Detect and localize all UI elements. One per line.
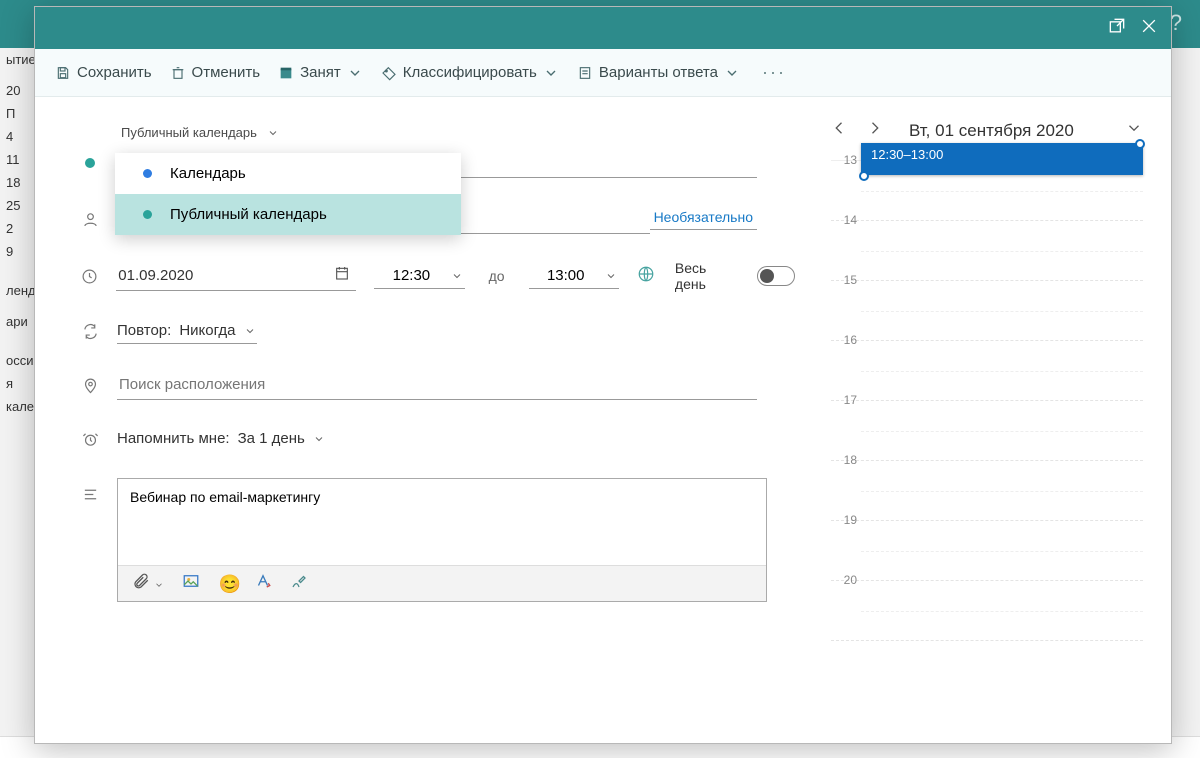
save-button[interactable]: Сохранить	[55, 64, 152, 81]
response-options-dropdown[interactable]: Варианты ответа	[577, 64, 740, 81]
emoji-icon[interactable]: 😊	[218, 575, 236, 593]
day-label: Вт, 01 сентября 2020	[899, 121, 1109, 141]
reminder-icon	[81, 431, 99, 448]
busy-dropdown[interactable]: Занят	[278, 64, 363, 81]
bullet-icon	[81, 158, 99, 168]
timeline-hour-row[interactable]: 15	[831, 281, 1143, 341]
timeline-hour-row[interactable]: 14	[831, 221, 1143, 281]
person-icon	[81, 211, 99, 228]
event-editor-modal: Сохранить Отменить Занят Классифицироват…	[34, 6, 1172, 744]
timeline-hour-row[interactable]: 18	[831, 461, 1143, 521]
optional-attendees-link[interactable]: Необязательно	[650, 209, 757, 230]
close-icon[interactable]	[1139, 16, 1159, 41]
timeline-hour-row[interactable]: 19	[831, 521, 1143, 581]
timeline-hour-row[interactable]: 16	[831, 341, 1143, 401]
timezone-icon[interactable]	[637, 265, 655, 288]
prev-day-button[interactable]	[831, 119, 849, 142]
clock-icon	[81, 268, 98, 285]
calendar-icon[interactable]	[334, 265, 350, 286]
repeat-icon	[81, 323, 99, 340]
app-left-fragments: ытие20П411182529лендариоссиякале	[0, 48, 30, 418]
description-box: 😊	[117, 478, 767, 602]
reminder-select[interactable]: Напомнить мне: За 1 день	[117, 426, 325, 452]
more-icon[interactable]: ···	[758, 62, 786, 83]
image-icon[interactable]	[182, 572, 200, 595]
text-format-icon[interactable]	[254, 572, 272, 595]
day-timeline: 12:30–13:00 1314151617181920	[831, 160, 1143, 660]
description-toolbar: 😊	[118, 565, 766, 601]
calendar-dropdown: КалендарьПубличный календарь	[115, 153, 461, 235]
all-day-toggle[interactable]	[757, 266, 795, 286]
next-day-button[interactable]	[865, 119, 883, 142]
to-label: до	[483, 268, 511, 284]
day-nav: Вт, 01 сентября 2020	[831, 119, 1143, 142]
location-input[interactable]: Поиск расположения	[117, 370, 757, 400]
timeline-hour-row[interactable]: 17	[831, 401, 1143, 461]
signature-icon[interactable]	[290, 572, 308, 595]
modal-toolbar: Сохранить Отменить Занят Классифицироват…	[35, 49, 1171, 97]
description-icon	[81, 478, 99, 503]
cancel-button[interactable]: Отменить	[170, 64, 261, 81]
modal-titlebar	[35, 7, 1171, 49]
end-time-select[interactable]: 13:00	[529, 263, 619, 289]
calendar-selector[interactable]: Публичный календарь	[121, 125, 795, 140]
attach-icon[interactable]	[132, 572, 164, 595]
chevron-down-icon	[267, 127, 279, 139]
timeline-hour-row[interactable]: 20	[831, 581, 1143, 641]
event-resize-handle-top[interactable]	[1135, 139, 1145, 149]
start-date-input[interactable]: 01.09.2020	[116, 261, 356, 291]
calendar-option[interactable]: Календарь	[115, 153, 461, 194]
calendar-option[interactable]: Публичный календарь	[115, 194, 461, 235]
popout-icon[interactable]	[1107, 16, 1127, 41]
location-icon	[81, 377, 99, 394]
description-textarea[interactable]	[118, 479, 766, 565]
start-time-select[interactable]: 12:30	[374, 263, 464, 289]
all-day-label: Весь день	[675, 260, 739, 292]
timeline-hour-row[interactable]: 13	[831, 161, 1143, 221]
classify-dropdown[interactable]: Классифицировать	[381, 64, 559, 81]
repeat-select[interactable]: Повтор: Никогда	[117, 318, 257, 344]
